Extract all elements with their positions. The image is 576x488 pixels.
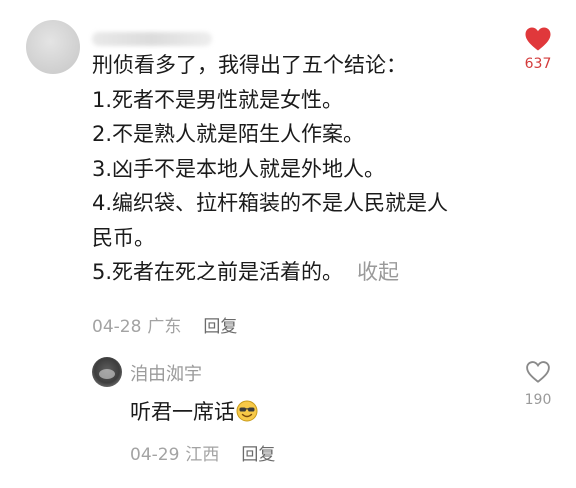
reply-date: 04-29 bbox=[130, 445, 180, 465]
comment-line-last: 5.死者在死之前是活着的。 收起 bbox=[92, 255, 512, 290]
comment-line: 1.死者不是男性就是女性。 bbox=[92, 87, 344, 112]
heart-filled-icon bbox=[525, 27, 551, 51]
comment-line: 2.不是熟人就是陌生人作案。 bbox=[92, 122, 365, 146]
reply-like-count: 190 bbox=[524, 392, 552, 408]
reply-body: 听君一席话 bbox=[130, 396, 258, 427]
comment-reply-button[interactable]: 回复 bbox=[203, 317, 237, 337]
comment-meta: 04-28 广东 回复 bbox=[92, 312, 237, 337]
comment-line: 4.编织袋、拉杆箱装的不是人民就是人 bbox=[92, 191, 449, 215]
replier-username[interactable]: 洎由洳宇 bbox=[130, 360, 202, 386]
commenter-avatar[interactable] bbox=[26, 20, 80, 74]
replier-avatar[interactable] bbox=[92, 357, 122, 387]
comment-like-count: 637 bbox=[524, 56, 552, 72]
comment-like-button[interactable]: 637 bbox=[522, 26, 554, 72]
commenter-name-blurred bbox=[92, 32, 212, 46]
comment-location: 广东 bbox=[147, 317, 182, 337]
heart-outline-icon bbox=[526, 361, 550, 383]
comment-line: 3.凶手不是本地人就是外地人。 bbox=[92, 156, 386, 181]
reply-text: 听君一席话 bbox=[130, 400, 235, 424]
reply-like-button[interactable]: 190 bbox=[522, 360, 554, 408]
collapse-button[interactable]: 收起 bbox=[357, 260, 399, 284]
reply-reply-button[interactable]: 回复 bbox=[241, 445, 275, 465]
reply-location: 江西 bbox=[185, 445, 220, 465]
comment-line: 民币。 bbox=[92, 225, 155, 250]
comment-body: 刑侦看多了，我得出了五个结论： 1.死者不是男性就是女性。 2.不是熟人就是陌生… bbox=[92, 48, 512, 290]
comment-line: 5.死者在死之前是活着的。 bbox=[92, 260, 344, 284]
reply-meta: 04-29 江西 回复 bbox=[130, 440, 275, 465]
comment-line: 刑侦看多了，我得出了五个结论： bbox=[92, 53, 407, 77]
comment-date: 04-28 bbox=[92, 317, 142, 337]
smiling-face-with-sunglasses-emoji bbox=[236, 400, 258, 427]
